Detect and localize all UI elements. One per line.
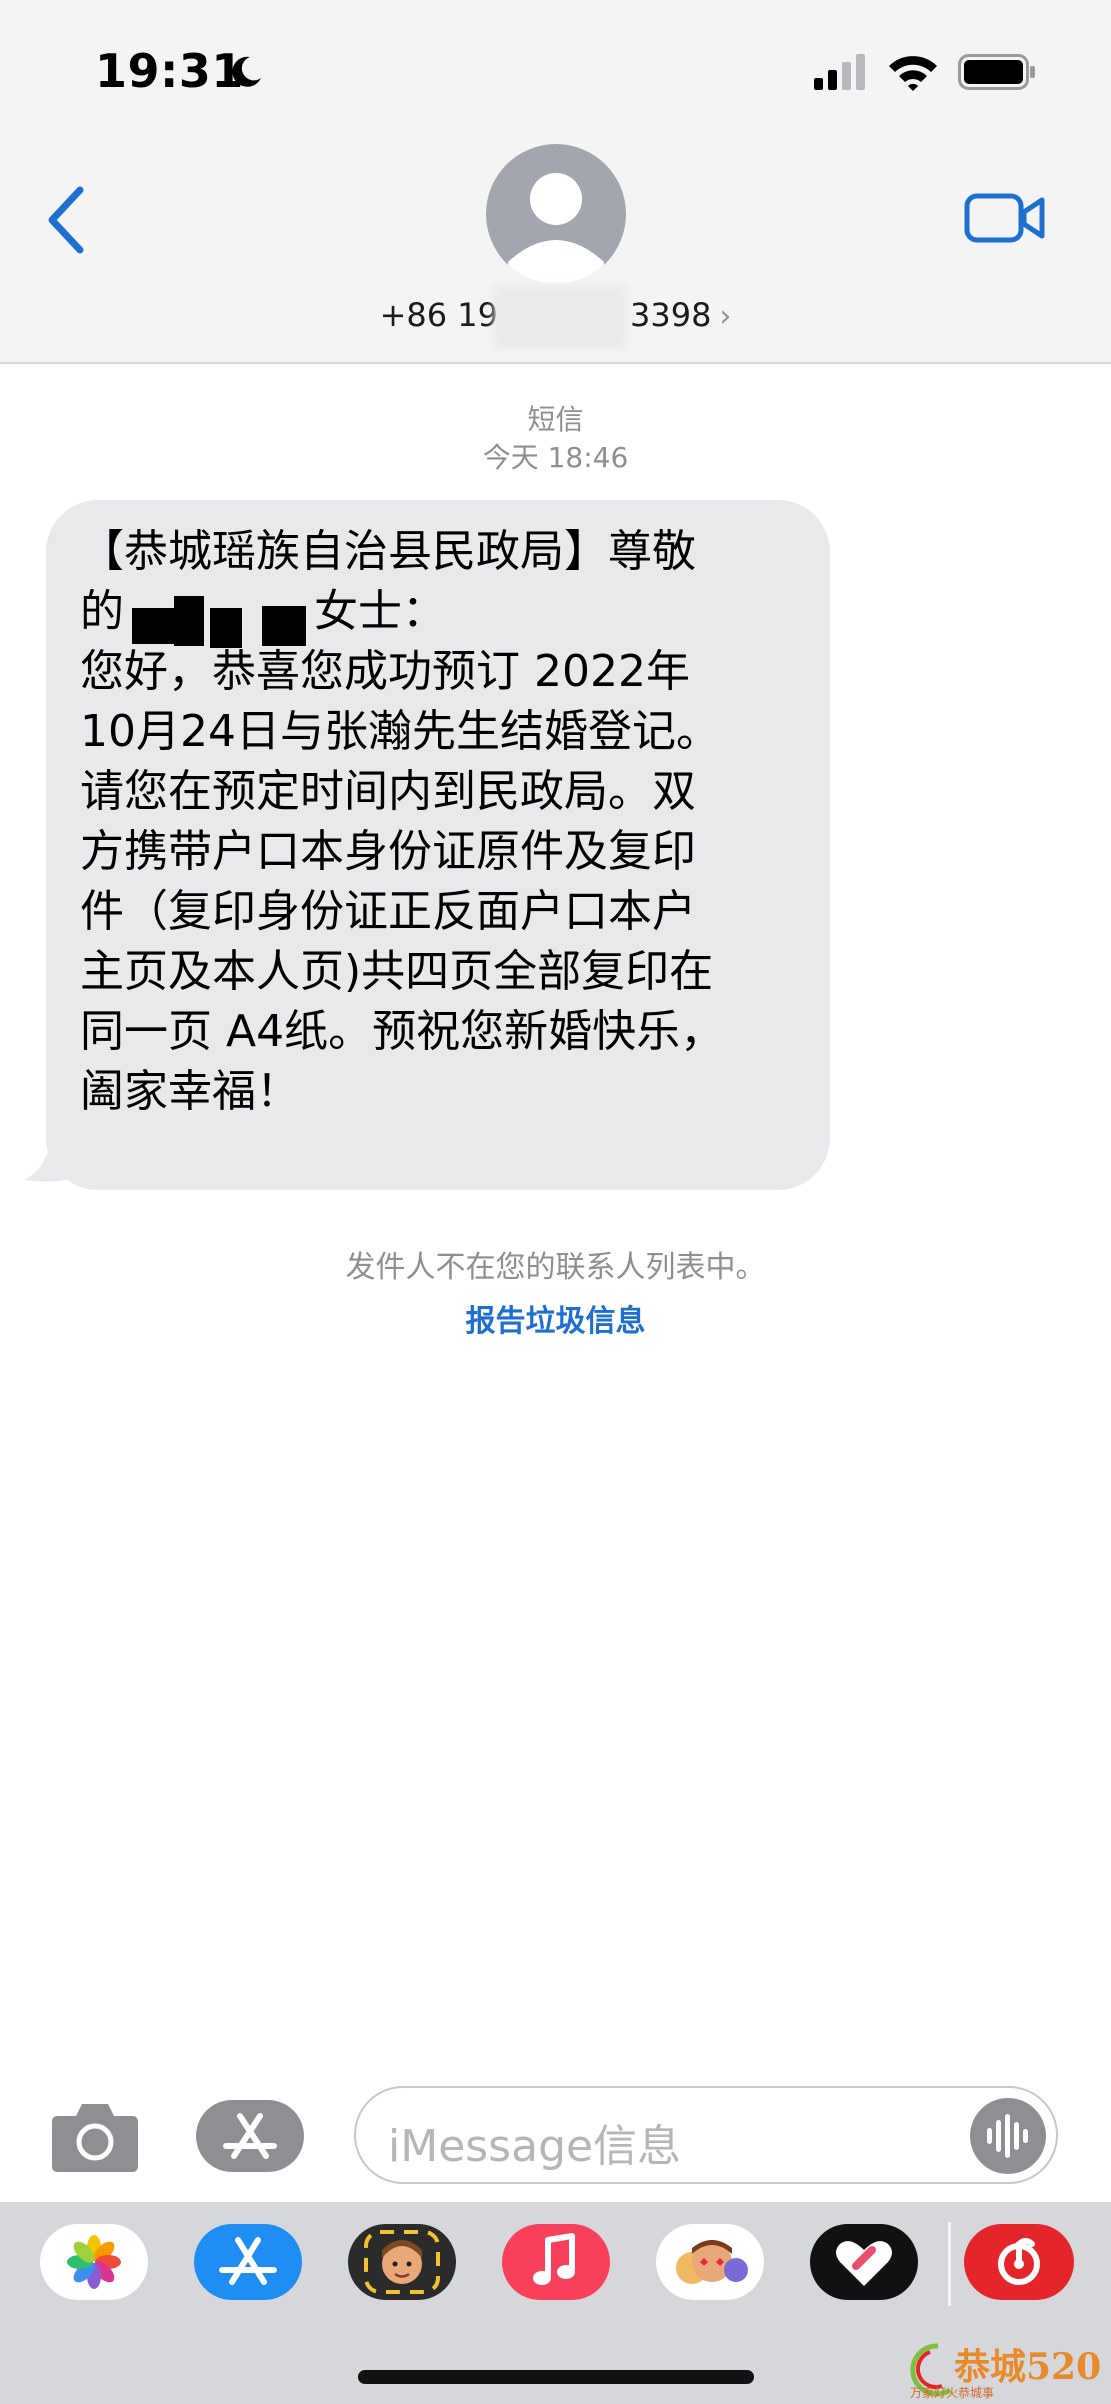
memoji-app-button[interactable] — [348, 2224, 456, 2300]
video-camera-icon[interactable] — [964, 190, 1046, 246]
netease-music-app-button[interactable] — [964, 2224, 1074, 2300]
status-bar: 19:31 — [0, 0, 1111, 140]
music-app-button[interactable] — [502, 2224, 610, 2300]
contact-number-prefix: +86 19 — [379, 296, 498, 334]
memoji-stickers-app-button[interactable] — [656, 2224, 764, 2300]
message-line: 【恭城瑶族自治县民政局】尊敬 — [80, 526, 696, 577]
contact-number-suffix: 3398 — [629, 296, 712, 334]
conversation-header: +86 19 3398 › — [0, 140, 1111, 364]
message-line: 请您在预定时间内到民政局。双 — [80, 766, 696, 817]
app-store-button[interactable] — [196, 2100, 304, 2172]
app-store-icon — [219, 2237, 277, 2285]
imessage-input[interactable]: iMessage信息 — [354, 2086, 1058, 2184]
message-line: 10月24日与张瀚先生结婚登记。 — [80, 706, 720, 757]
app-store-icon — [223, 2113, 277, 2159]
message-service-label: 短信 — [527, 403, 584, 436]
person-silhouette-icon — [508, 173, 604, 284]
camera-icon[interactable] — [50, 2098, 140, 2174]
audio-record-button[interactable] — [970, 2098, 1046, 2174]
report-junk-link[interactable]: 报告垃圾信息 — [0, 1296, 1111, 1340]
chevron-right-icon: › — [719, 299, 732, 334]
message-line: 件（复印身份证正反面户口本户 — [80, 886, 696, 937]
unknown-sender-notice: 发件人不在您的联系人列表中。 — [345, 1250, 766, 1285]
message-line: 方携带户口本身份证原件及复印 — [80, 826, 696, 877]
memoji-icon — [364, 2230, 440, 2294]
photos-icon — [67, 2235, 121, 2289]
contact-avatar[interactable] — [486, 144, 626, 284]
message-line: 主页及本人页)共四页全部复印在 — [80, 946, 714, 997]
netease-music-icon — [998, 2238, 1040, 2285]
watermark-subtext: 万家灯火恭城事 — [910, 2386, 995, 2400]
moon-icon — [232, 56, 261, 87]
digital-touch-app-button[interactable] — [810, 2224, 918, 2300]
redacted-number-blur — [494, 286, 626, 348]
heart-icon — [836, 2241, 892, 2286]
wifi-icon — [889, 56, 937, 91]
redaction-block — [262, 606, 306, 646]
back-chevron-icon[interactable] — [44, 184, 88, 256]
input-placeholder: iMessage信息 — [388, 2121, 682, 2172]
photos-app-button[interactable] — [40, 2224, 148, 2300]
redaction-block — [174, 596, 204, 646]
home-indicator[interactable] — [358, 2370, 754, 2384]
app-store-app-button[interactable] — [194, 2224, 302, 2300]
watermark-text: 恭城520 — [954, 2346, 1102, 2388]
cellular-signal-icon — [814, 54, 865, 90]
audio-waveform-icon — [987, 2114, 1028, 2158]
message-timestamp: 今天 18:46 — [482, 441, 629, 474]
memoji-stickers-icon — [676, 2240, 748, 2284]
music-icon — [533, 2233, 575, 2285]
redaction-block — [210, 608, 242, 648]
message-line: 同一页 A4纸。预祝您新婚快乐， — [80, 1006, 725, 1057]
message-line: 阖家幸福！ — [80, 1066, 300, 1117]
status-time: 19:31 — [95, 44, 244, 98]
battery-icon — [958, 54, 1035, 90]
tray-divider — [948, 2222, 951, 2306]
message-line: 您好，恭喜您成功预订 2022年 — [80, 646, 690, 697]
